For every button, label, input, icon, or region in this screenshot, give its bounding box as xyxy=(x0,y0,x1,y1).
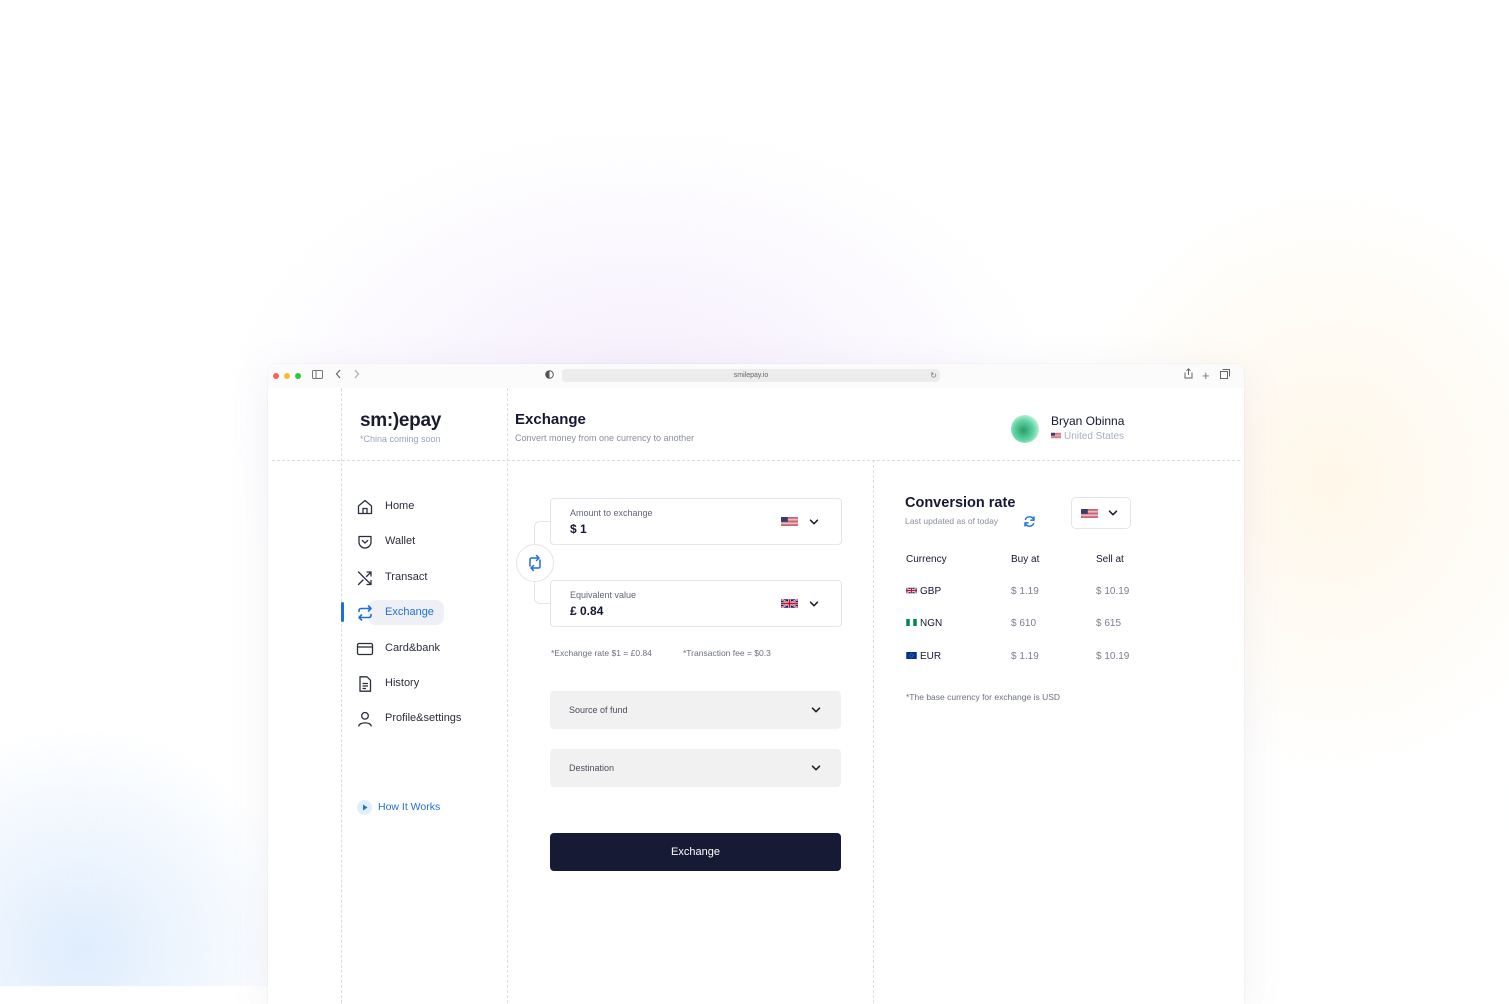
close-window-button[interactable] xyxy=(273,373,279,379)
table-cell-buy: $ 610 xyxy=(1011,618,1037,629)
amount-value[interactable]: $ 1 xyxy=(570,522,587,536)
tabs-overview-icon[interactable] xyxy=(1220,368,1230,384)
user-name: Bryan Obinna xyxy=(1051,414,1125,428)
how-it-works-label: How It Works xyxy=(378,801,441,813)
swap-currency-button[interactable] xyxy=(516,544,554,582)
divider xyxy=(341,388,342,1004)
table-cell-sell: $ 10.19 xyxy=(1096,586,1130,597)
sidebar-item-card-bank[interactable]: Card&bank xyxy=(356,636,506,662)
divider xyxy=(873,460,874,1004)
user-country: United States xyxy=(1051,431,1124,442)
back-icon[interactable] xyxy=(335,368,342,384)
chevron-down-icon xyxy=(1107,507,1119,519)
page-title: Exchange xyxy=(515,411,586,428)
eu-flag-icon xyxy=(906,652,917,659)
exchange-button[interactable]: Exchange xyxy=(550,833,841,871)
forward-icon[interactable] xyxy=(353,368,360,384)
user-icon xyxy=(358,711,372,727)
sidebar-item-exchange[interactable]: Exchange xyxy=(356,600,506,626)
column-header-buy: Buy at xyxy=(1011,554,1040,565)
us-flag-icon xyxy=(1051,432,1061,439)
conversion-rate-title: Conversion rate xyxy=(905,495,1016,511)
equivalent-value: £ 0.84 xyxy=(570,604,604,618)
sidebar-item-transact[interactable]: Transact xyxy=(356,565,506,591)
sidebar-item-label: History xyxy=(385,677,420,689)
document-icon xyxy=(359,676,372,692)
uk-flag-icon xyxy=(906,587,917,594)
destination-select[interactable]: Destination xyxy=(550,749,841,787)
card-icon xyxy=(356,642,374,656)
table-cell-currency: NGN xyxy=(920,618,943,629)
destination-label: Destination xyxy=(569,763,615,773)
chevron-down-icon[interactable] xyxy=(808,598,820,610)
sidebar-item-home[interactable]: Home xyxy=(356,494,506,520)
avatar[interactable] xyxy=(1011,415,1039,443)
reload-icon[interactable]: ↻ xyxy=(930,369,937,382)
user-country-label: United States xyxy=(1064,431,1125,442)
base-currency-note: *The base currency for exchange is USD xyxy=(906,692,1061,702)
chevron-down-icon xyxy=(810,762,822,774)
maximize-window-button[interactable] xyxy=(295,373,301,379)
sidebar-item-label: Card&bank xyxy=(385,642,441,654)
table-cell-sell: $ 10.19 xyxy=(1096,651,1130,662)
chevron-down-icon xyxy=(810,704,822,716)
minimize-window-button[interactable] xyxy=(284,373,290,379)
transaction-fee-note: *Transaction fee = $0.3 xyxy=(683,648,771,658)
exchange-rate-note: *Exchange rate $1 = £0.84 xyxy=(551,648,652,658)
share-icon[interactable] xyxy=(1184,368,1193,384)
table-cell-currency: EUR xyxy=(920,651,942,662)
us-flag-icon xyxy=(781,516,798,527)
equivalent-field[interactable]: Equivalent value £ 0.84 xyxy=(550,580,842,627)
sidebar-item-label: Wallet xyxy=(385,535,416,547)
base-currency-dropdown[interactable] xyxy=(1071,497,1131,529)
amount-label: Amount to exchange xyxy=(570,508,653,518)
source-of-fund-label: Source of fund xyxy=(569,705,628,715)
new-tab-icon[interactable]: + xyxy=(1202,368,1210,383)
amount-field[interactable]: Amount to exchange $ 1 xyxy=(550,498,842,545)
app-logo[interactable]: sm:)epay xyxy=(360,410,441,432)
url-text: smilepay.io xyxy=(733,372,769,379)
address-bar[interactable]: smilepay.io ↻ xyxy=(562,369,940,382)
sidebar-item-label: Transact xyxy=(385,571,428,583)
table-cell-buy: $ 1.19 xyxy=(1011,651,1039,662)
browser-toolbar: smilepay.io ↻ + xyxy=(268,364,1244,388)
divider xyxy=(272,460,1240,461)
us-flag-icon xyxy=(1081,508,1098,519)
sidebar-item-label: Profile&settings xyxy=(385,712,462,724)
sidebar-item-label: Home xyxy=(385,500,415,512)
shield-icon[interactable] xyxy=(545,368,554,384)
source-of-fund-select[interactable]: Source of fund xyxy=(550,691,841,729)
wallet-icon xyxy=(358,535,372,549)
exchange-icon xyxy=(358,605,372,621)
equivalent-label: Equivalent value xyxy=(570,590,637,600)
browser-window: smilepay.io ↻ + sm:)epay *China coming s… xyxy=(268,364,1244,1004)
sidebar-item-profile-settings[interactable]: Profile&settings xyxy=(356,706,506,732)
logo-tagline: *China coming soon xyxy=(360,434,441,444)
column-header-sell: Sell at xyxy=(1096,554,1124,565)
play-icon xyxy=(357,800,372,815)
conversion-rate-subtitle: Last updated as of today xyxy=(905,516,999,526)
nav-active-indicator xyxy=(341,602,344,622)
sidebar-item-wallet[interactable]: Wallet xyxy=(356,529,506,555)
table-cell-sell: $ 615 xyxy=(1096,618,1122,629)
shuffle-icon xyxy=(357,571,372,586)
chevron-down-icon[interactable] xyxy=(808,516,820,528)
table-cell-buy: $ 1.19 xyxy=(1011,586,1039,597)
page-subtitle: Convert money from one currency to anoth… xyxy=(515,433,695,443)
sidebar-item-label: Exchange xyxy=(385,606,434,618)
swap-icon xyxy=(529,554,541,572)
refresh-icon[interactable] xyxy=(1023,515,1036,528)
column-header-currency: Currency xyxy=(906,554,947,565)
home-icon xyxy=(357,499,373,515)
uk-flag-icon xyxy=(781,598,798,609)
swap-connector xyxy=(534,580,551,604)
ng-flag-icon xyxy=(906,619,917,626)
sidebar-item-history[interactable]: History xyxy=(356,671,506,697)
divider xyxy=(507,388,508,1004)
table-cell-currency: GBP xyxy=(920,586,942,597)
swap-connector xyxy=(534,521,551,545)
sidebar-toggle-icon[interactable] xyxy=(312,368,323,384)
